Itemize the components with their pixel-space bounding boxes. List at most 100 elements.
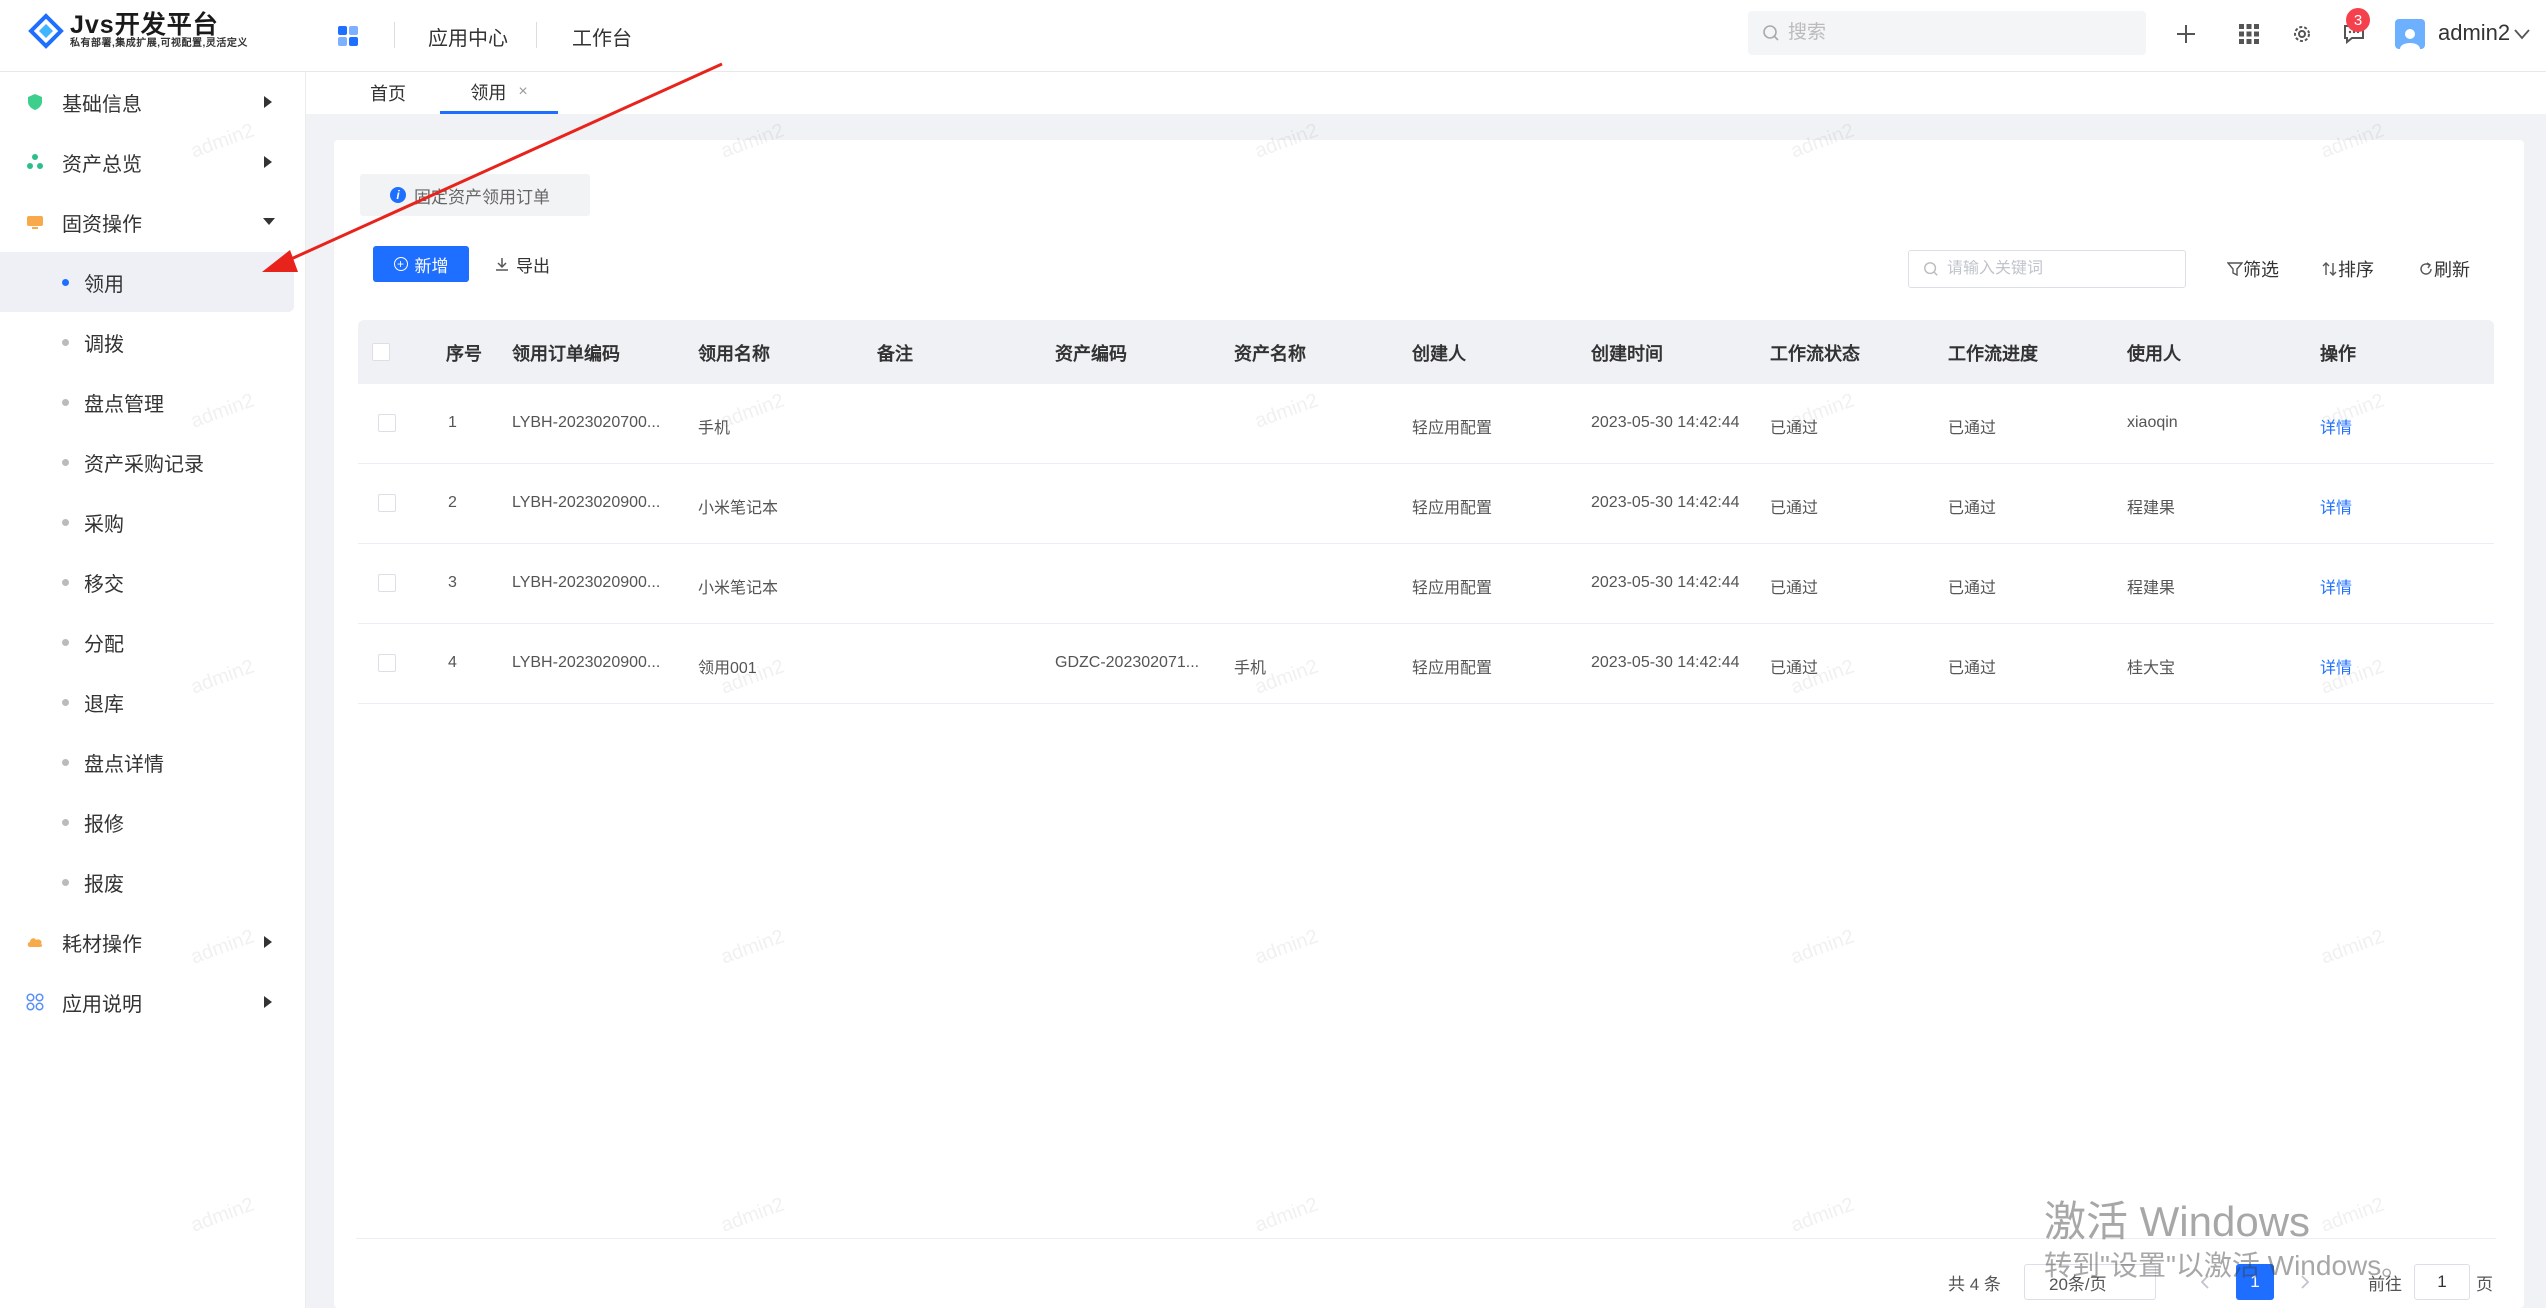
- sidebar-item-inventory-detail[interactable]: 盘点详情: [0, 732, 294, 792]
- page-suffix: 页: [2476, 1275, 2493, 1294]
- table-header: 序号 领用订单编码 领用名称 备注 资产编码 资产名称 创建人 创建时间 工作流…: [358, 320, 2494, 384]
- page-size-select[interactable]: 20条/页: [2024, 1264, 2156, 1300]
- table-row[interactable]: 1 LYBH-2023020700... 手机 轻应用配置 2023-05-30…: [358, 384, 2494, 464]
- page-size-value: 20条/页: [2049, 1274, 2107, 1294]
- cell-user: xiaoqin: [2127, 414, 2178, 431]
- add-button-label: 新增: [414, 256, 449, 276]
- cell-order-code: LYBH-2023020900...: [512, 494, 661, 511]
- sidebar-item-repair[interactable]: 报修: [0, 792, 294, 852]
- filter-button[interactable]: 筛选: [2227, 256, 2279, 282]
- bullet-dot: [62, 699, 69, 706]
- keyword-search-input[interactable]: [1947, 260, 2177, 278]
- tab-lingyong[interactable]: 领用 ×: [440, 72, 558, 114]
- sidebar-item-scrap[interactable]: 报废: [0, 852, 294, 912]
- col-header-asset-name: 资产名称: [1234, 344, 1306, 364]
- col-header-wf-status: 工作流状态: [1770, 344, 1860, 364]
- nodes-icon: [27, 154, 43, 169]
- col-header-name: 领用名称: [698, 344, 770, 364]
- table-row[interactable]: 4 LYBH-2023020900... 领用001 GDZC-20230207…: [358, 624, 2494, 704]
- top-header: Jvs开发平台 私有部署,集成扩展,可视配置,灵活定义 应用中心 工作台 搜索 …: [0, 0, 2546, 72]
- col-header-wf-progress: 工作流进度: [1948, 344, 2038, 364]
- bullet-dot: [62, 639, 69, 646]
- bullet-dot: [62, 279, 69, 286]
- sidebar-item-purchase[interactable]: 采购: [0, 492, 294, 552]
- nav-divider: [394, 22, 395, 48]
- bullet-dot: [62, 519, 69, 526]
- app-logo[interactable]: Jvs开发平台 私有部署,集成扩展,可视配置,灵活定义: [28, 12, 248, 50]
- tab-label: 首页: [370, 84, 406, 104]
- global-search[interactable]: [1748, 11, 2146, 55]
- settings-gear-icon[interactable]: [2288, 20, 2316, 48]
- bullet-dot: [62, 339, 69, 346]
- next-page-button[interactable]: [2286, 1264, 2324, 1300]
- row-checkbox[interactable]: [378, 414, 396, 432]
- cell-order-code: LYBH-2023020900...: [512, 654, 661, 671]
- keyword-search[interactable]: [1908, 250, 2186, 288]
- sidebar-group-app-docs[interactable]: 应用说明: [0, 972, 300, 1032]
- sidebar-group-asset-overview[interactable]: 资产总览: [0, 132, 300, 192]
- col-header-asset-code: 资产编码: [1055, 344, 1127, 364]
- global-search-input[interactable]: [1788, 22, 2128, 44]
- col-header-creator: 创建人: [1412, 344, 1466, 364]
- sidebar-item-purchase-records[interactable]: 资产采购记录: [0, 432, 294, 492]
- cell-no: 4: [448, 654, 457, 671]
- sidebar-item-assign[interactable]: 分配: [0, 612, 294, 672]
- detail-link[interactable]: 详情: [2320, 574, 2352, 598]
- add-button[interactable]: + 新增: [373, 246, 469, 282]
- refresh-button[interactable]: 刷新: [2418, 256, 2470, 282]
- caret-down-icon: [263, 218, 275, 225]
- sidebar-item-transfer[interactable]: 移交: [0, 552, 294, 612]
- goto-page-input[interactable]: [2414, 1264, 2470, 1300]
- select-all-checkbox[interactable]: [372, 343, 390, 361]
- nav-workbench[interactable]: 工作台: [572, 22, 632, 51]
- apps-icon[interactable]: [336, 24, 360, 48]
- sidebar-group-label: 固资操作: [62, 213, 142, 236]
- add-icon[interactable]: [2172, 20, 2200, 48]
- bullet-dot: [62, 759, 69, 766]
- sidebar-item-return[interactable]: 退库: [0, 672, 294, 732]
- sidebar-item-lingyong[interactable]: 领用: [0, 252, 294, 312]
- detail-link[interactable]: 详情: [2320, 654, 2352, 678]
- cell-wf-progress: 已通过: [1948, 500, 1997, 517]
- tab-home[interactable]: 首页: [370, 72, 406, 114]
- nav-app-center[interactable]: 应用中心: [428, 22, 508, 51]
- goto-label: 前往: [2368, 1275, 2402, 1294]
- sidebar-item-inventory-mgmt[interactable]: 盘点管理: [0, 372, 294, 432]
- search-icon: [1924, 262, 1938, 276]
- sidebar-group-label: 基础信息: [62, 93, 142, 116]
- sidebar-group-label: 耗材操作: [62, 933, 142, 956]
- close-icon[interactable]: ×: [518, 83, 527, 101]
- sidebar-item-label: 移交: [84, 573, 124, 596]
- row-checkbox[interactable]: [378, 574, 396, 592]
- prev-page-button[interactable]: [2186, 1264, 2224, 1300]
- sidebar-group-consumables[interactable]: 耗材操作: [0, 912, 300, 972]
- detail-link[interactable]: 详情: [2320, 494, 2352, 518]
- detail-link[interactable]: 详情: [2320, 414, 2352, 438]
- bullet-dot: [62, 819, 69, 826]
- cell-wf-status: 已通过: [1770, 660, 1819, 677]
- row-checkbox[interactable]: [378, 654, 396, 672]
- col-header-created-time: 创建时间: [1591, 344, 1663, 364]
- monitor-icon: [27, 216, 43, 229]
- sort-icon: [2322, 262, 2337, 276]
- username[interactable]: admin2: [2438, 20, 2510, 46]
- cell-wf-status: 已通过: [1770, 580, 1819, 597]
- sidebar-item-diaobo[interactable]: 调拨: [0, 312, 294, 372]
- cell-asset-name: 手机: [1234, 660, 1267, 677]
- grid-menu-icon[interactable]: [2235, 20, 2263, 48]
- plus-circle-icon: +: [393, 257, 408, 271]
- chevron-down-icon[interactable]: [2512, 24, 2532, 44]
- user-avatar[interactable]: [2395, 19, 2425, 49]
- sidebar-group-basic-info[interactable]: 基础信息: [0, 72, 300, 132]
- col-header-remark: 备注: [877, 344, 913, 364]
- filter-label: 筛选: [2243, 260, 2279, 280]
- row-checkbox[interactable]: [378, 494, 396, 512]
- sidebar-group-label: 资产总览: [62, 153, 142, 176]
- sort-button[interactable]: 排序: [2322, 256, 2374, 282]
- sidebar-group-fixed-asset-ops[interactable]: 固资操作: [0, 192, 300, 252]
- page-number-current[interactable]: 1: [2236, 1264, 2274, 1300]
- table-row[interactable]: 3 LYBH-2023020900... 小米笔记本 轻应用配置 2023-05…: [358, 544, 2494, 624]
- cell-name: 手机: [698, 420, 731, 437]
- export-button[interactable]: 导出: [494, 248, 550, 280]
- table-row[interactable]: 2 LYBH-2023020900... 小米笔记本 轻应用配置 2023-05…: [358, 464, 2494, 544]
